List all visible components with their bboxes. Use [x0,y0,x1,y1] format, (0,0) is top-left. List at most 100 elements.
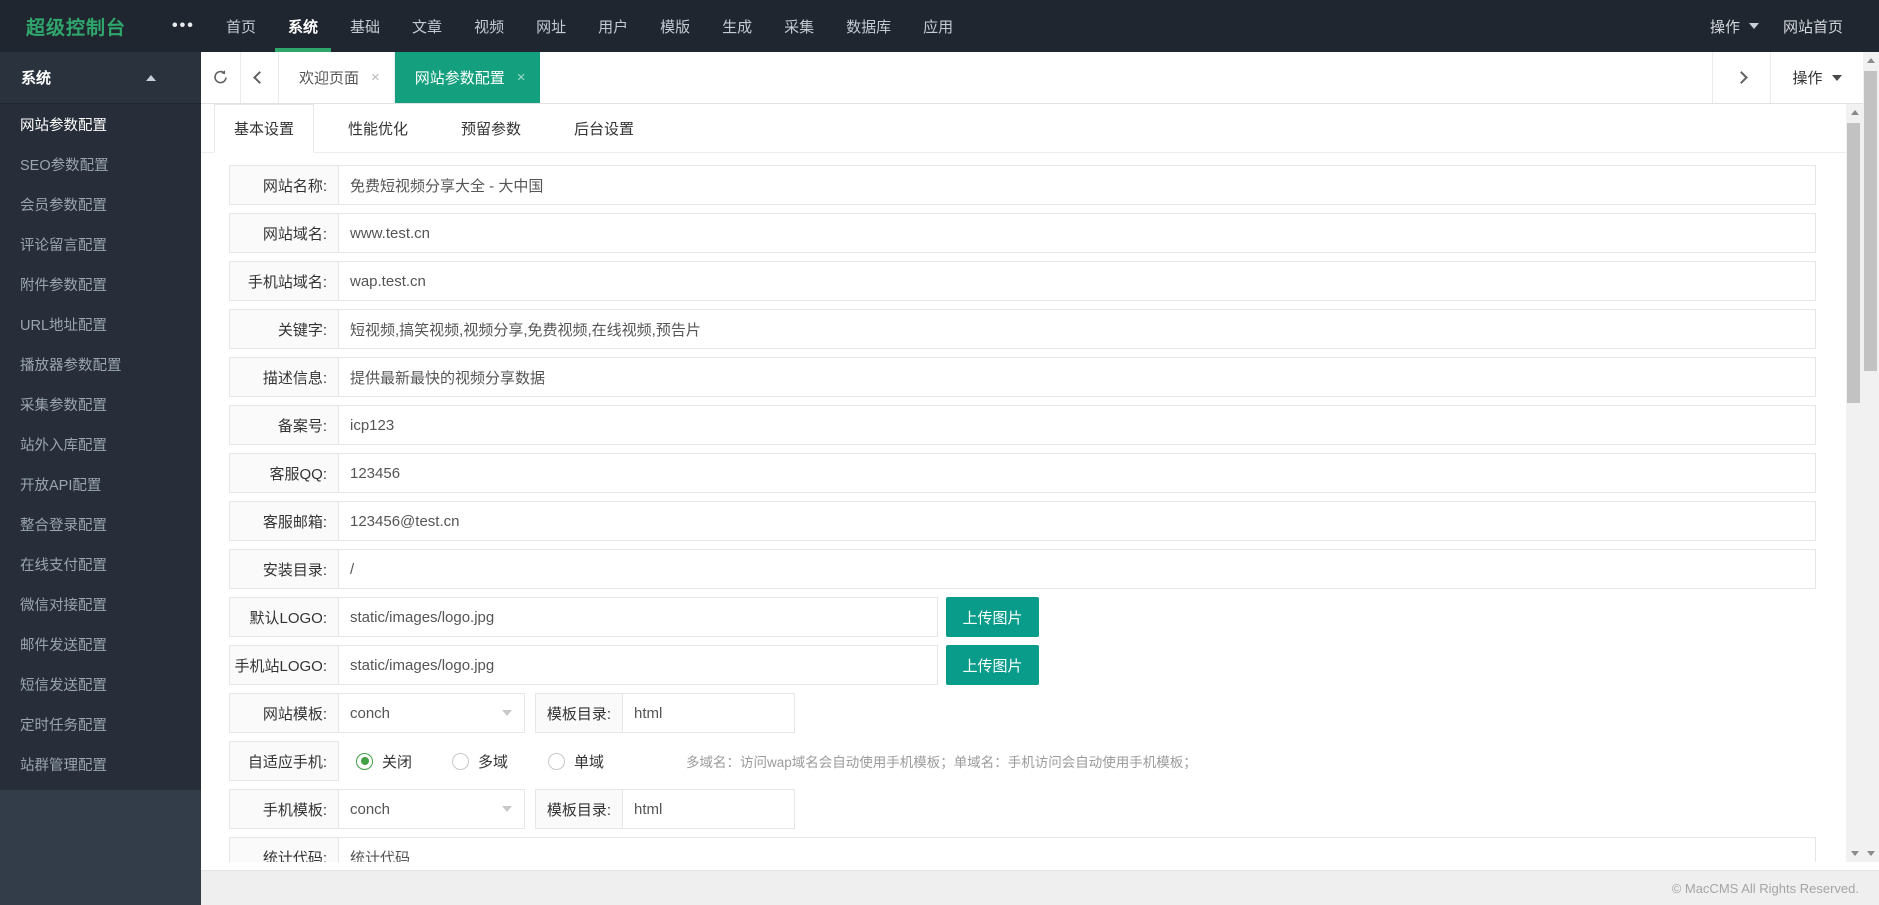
more-menu-icon[interactable]: ••• [172,17,210,35]
text-input[interactable]: / [339,549,1816,589]
form-row: 客服邮箱: 123456@test.cn [229,501,1816,541]
field-label: 模板目录: [535,789,623,829]
topnav-item-用户[interactable]: 用户 [582,0,644,52]
radio-option-单域[interactable]: 单域 [548,751,604,772]
forward-button[interactable] [1712,52,1770,103]
select-value: conch [350,800,391,818]
text-input[interactable]: 提供最新最快的视频分享数据 [339,357,1816,397]
field-label: 客服QQ: [229,453,339,493]
text-input[interactable]: 123456@test.cn [339,501,1816,541]
radio-option-关闭[interactable]: 关闭 [356,751,412,772]
text-input[interactable]: html [623,789,795,829]
close-icon[interactable]: × [371,70,380,85]
form-row: 手机模板: conch 模板目录: html [229,789,1816,829]
scroll-up-icon[interactable] [1863,52,1879,69]
text-input[interactable]: 免费短视频分享大全 - 大中国 [339,165,1816,205]
radio-circle-icon [452,752,470,770]
template-select[interactable]: conch [339,789,525,829]
sidebar: 系统 网站参数配置 SEO参数配置 会员参数配置 评论留言配置 附件参数配置 URL地址配… [0,52,201,905]
topnav-item-数据库[interactable]: 数据库 [830,0,907,52]
field-label: 网站域名: [229,213,339,253]
topnav-item-首页[interactable]: 首页 [210,0,272,52]
topnav-item-系统[interactable]: 系统 [272,0,334,52]
tab-title: 欢迎页面 [299,70,360,87]
back-button[interactable] [241,52,279,103]
tab-预留参数[interactable]: 预留参数 [442,104,540,152]
sidebar-item-邮件发送配置[interactable]: 邮件发送配置 [0,624,201,664]
open-tab-欢迎页面[interactable]: 欢迎页面 × [279,52,395,103]
sidebar-item-网站参数配置[interactable]: 网站参数配置 [0,104,201,144]
sidebar-item-短信发送配置[interactable]: 短信发送配置 [0,664,201,704]
topnav-item-网址[interactable]: 网址 [520,0,582,52]
radio-label: 单域 [574,753,605,771]
template-select[interactable]: conch [339,693,525,733]
sidebar-item-开放API配置[interactable]: 开放API配置 [0,464,201,504]
radio-option-多域[interactable]: 多域 [452,751,508,772]
text-input[interactable]: 123456 [339,453,1816,493]
sidebar-item-在线支付配置[interactable]: 在线支付配置 [0,544,201,584]
text-input[interactable]: 统计代码 [339,837,1816,862]
text-input[interactable]: static/images/logo.jpg [339,645,938,685]
sidebar-item-URL地址配置[interactable]: URL地址配置 [0,304,201,344]
text-input[interactable]: www.test.cn [339,213,1816,253]
close-icon[interactable]: × [517,70,526,85]
tab-性能优化[interactable]: 性能优化 [329,104,427,152]
radio-label: 关闭 [382,753,413,771]
sidebar-item-微信对接配置[interactable]: 微信对接配置 [0,584,201,624]
window-scrollbar[interactable] [1863,52,1879,862]
topbar-right: 操作 网站首页 [1710,16,1879,37]
tab-strip: 欢迎页面 × 网站参数配置 × 操作 [201,52,1863,104]
scroll-down-icon[interactable] [1846,845,1863,862]
upload-image-button[interactable]: 上传图片 [946,597,1039,637]
refresh-button[interactable] [201,52,241,103]
topbar-action-dropdown[interactable]: 操作 [1710,16,1759,37]
topnav-item-基础[interactable]: 基础 [334,0,396,52]
text-input[interactable]: icp123 [339,405,1816,445]
upload-image-button[interactable]: 上传图片 [946,645,1039,685]
sidebar-item-整合登录配置[interactable]: 整合登录配置 [0,504,201,544]
text-input[interactable]: 短视频,搞笑视频,视频分享,免费视频,在线视频,预告片 [339,309,1816,349]
topnav-item-视频[interactable]: 视频 [458,0,520,52]
field-label: 描述信息: [229,357,339,397]
field-label: 模板目录: [535,693,623,733]
topnav-item-应用[interactable]: 应用 [907,0,969,52]
sidebar-item-站外入库配置[interactable]: 站外入库配置 [0,424,201,464]
site-home-link[interactable]: 网站首页 [1783,16,1843,37]
field-label: 关键字: [229,309,339,349]
tab-title: 网站参数配置 [414,70,505,87]
radio-dot [360,757,369,765]
open-tab-网站参数配置[interactable]: 网站参数配置 × [394,52,540,103]
sidebar-item-定时任务配置[interactable]: 定时任务配置 [0,704,201,744]
sidebar-item-附件参数配置[interactable]: 附件参数配置 [0,264,201,304]
scroll-up-icon[interactable] [1846,104,1863,121]
text-input[interactable]: wap.test.cn [339,261,1816,301]
sidebar-header[interactable]: 系统 [0,52,201,104]
topnav-item-模版[interactable]: 模版 [644,0,706,52]
sidebar-item-评论留言配置[interactable]: 评论留言配置 [0,224,201,264]
sidebar-item-SEO参数配置[interactable]: SEO参数配置 [0,144,201,184]
top-nav: 首页 系统 基础 文章 视频 网址 用户 模版 生成 采集 数据库 应用 [210,0,969,52]
radio-circle-icon [548,752,566,770]
tab-后台设置[interactable]: 后台设置 [555,104,653,152]
text-input[interactable]: static/images/logo.jpg [339,597,938,637]
page-scrollbar[interactable] [1846,104,1863,862]
window-scrollbar-thumb[interactable] [1864,71,1877,371]
field-hint: 多域名：访问wap域名会自动使用手机模板；单域名：手机访问会自动使用手机模板； [686,755,1197,770]
text-input[interactable]: html [623,693,795,733]
page-scrollbar-thumb[interactable] [1847,123,1860,403]
form-row: 关键字: 短视频,搞笑视频,视频分享,免费视频,在线视频,预告片 [229,309,1816,349]
tabstrip-spacer [540,52,1712,103]
sidebar-item-站群管理配置[interactable]: 站群管理配置 [0,744,201,784]
settings-tabs: 基本设置 性能优化 预留参数 后台设置 [201,104,1846,153]
topnav-item-文章[interactable]: 文章 [396,0,458,52]
sidebar-item-采集参数配置[interactable]: 采集参数配置 [0,384,201,424]
form-row: 网站域名: www.test.cn [229,213,1816,253]
tab-actions-dropdown[interactable]: 操作 [1770,52,1863,103]
topnav-item-生成[interactable]: 生成 [706,0,768,52]
scroll-down-icon[interactable] [1863,845,1879,862]
sidebar-item-播放器参数配置[interactable]: 播放器参数配置 [0,344,201,384]
field-label: 手机模板: [229,789,339,829]
tab-基本设置[interactable]: 基本设置 [214,104,315,153]
topnav-item-采集[interactable]: 采集 [768,0,830,52]
sidebar-item-会员参数配置[interactable]: 会员参数配置 [0,184,201,224]
